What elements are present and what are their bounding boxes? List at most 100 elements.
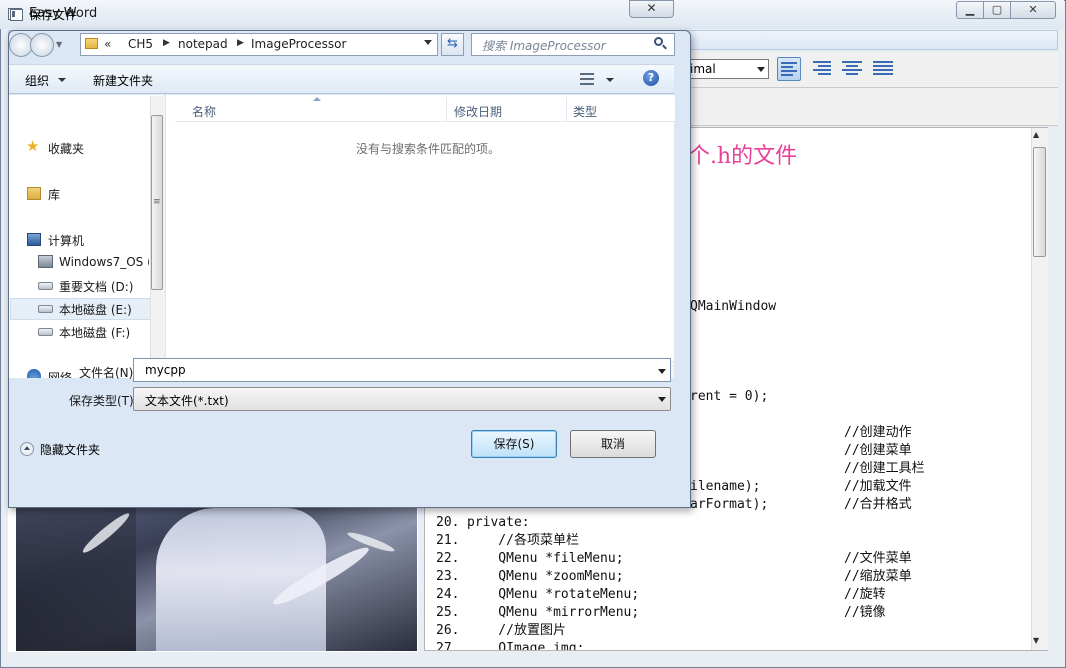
- organize-button[interactable]: 组织: [25, 72, 49, 89]
- computer-icon: [27, 233, 41, 246]
- new-folder-button[interactable]: 新建文件夹: [93, 72, 153, 89]
- chevron-down-icon[interactable]: [606, 78, 614, 82]
- breadcrumb-item[interactable]: ImageProcessor: [251, 37, 346, 51]
- scroll-up-icon[interactable]: ▲: [1033, 130, 1039, 139]
- nav-item-network[interactable]: 网络: [48, 369, 72, 378]
- align-right-button[interactable]: [810, 57, 834, 81]
- code-line: QImage img;: [467, 641, 585, 650]
- dialog-title: 保存文件: [29, 8, 78, 22]
- chevron-right-icon[interactable]: ▶: [163, 38, 170, 48]
- help-icon[interactable]: ?: [643, 70, 659, 86]
- dialog-close-button[interactable]: ✕: [629, 0, 674, 18]
- filename-value[interactable]: mycpp: [145, 363, 186, 377]
- line-number: 21.: [436, 533, 460, 548]
- code-line: //各项菜单栏: [467, 533, 579, 548]
- code-line: QMenu *rotateMenu;: [467, 587, 640, 602]
- nav-item-drive[interactable]: 重要文档 (D:): [59, 278, 133, 295]
- align-left-button[interactable]: [777, 57, 801, 81]
- library-icon: [27, 187, 41, 200]
- code-line: rent = 0);: [690, 389, 769, 404]
- code-comment: //文件菜单: [844, 551, 912, 566]
- file-list[interactable]: [166, 95, 674, 378]
- code-line: QMenu *mirrorMenu;: [467, 605, 640, 620]
- column-header: [175, 97, 675, 122]
- code-comment: //缩放菜单: [844, 569, 912, 584]
- close-button[interactable]: ✕: [1010, 1, 1056, 19]
- nav-item-libraries[interactable]: 库: [48, 186, 60, 203]
- column-divider[interactable]: [446, 97, 447, 121]
- code-line: QMainWindow: [690, 299, 777, 314]
- code-comment: //创建动作: [844, 425, 912, 440]
- search-placeholder: 搜索 ImageProcessor: [482, 39, 606, 53]
- column-type[interactable]: 类型: [573, 103, 597, 120]
- sort-up-icon: [313, 97, 321, 101]
- chevron-down-icon[interactable]: [58, 78, 66, 82]
- status-bar: [8, 652, 1058, 662]
- code-line: arFormat);: [690, 497, 769, 512]
- code-line: QMenu *zoomMenu;: [467, 569, 624, 584]
- code-comment: //镜像: [844, 605, 886, 620]
- breadcrumb-overflow[interactable]: «: [104, 37, 111, 51]
- recent-locations-icon[interactable]: ▼: [56, 40, 62, 49]
- drive-icon: [38, 305, 53, 313]
- chevron-down-icon[interactable]: [752, 59, 769, 79]
- chevron-down-icon[interactable]: [658, 369, 666, 374]
- nav-item-computer[interactable]: 计算机: [48, 232, 84, 249]
- forward-arrow-icon[interactable]: [30, 33, 54, 57]
- column-date[interactable]: 修改日期: [454, 103, 502, 120]
- drive-icon: [38, 255, 53, 268]
- filetype-value: 文本文件(*.txt): [145, 394, 229, 408]
- search-icon[interactable]: [654, 37, 663, 46]
- code-comment: //旋转: [844, 587, 886, 602]
- code-line: ilename);: [690, 479, 761, 494]
- grip-icon: ≡: [153, 197, 161, 207]
- align-justify-button[interactable]: [871, 57, 895, 81]
- main-titlebar[interactable]: [0, 0, 1064, 29]
- save-button[interactable]: 保存(S): [471, 430, 557, 458]
- line-number: 24.: [436, 587, 460, 602]
- column-name[interactable]: 名称: [192, 103, 216, 120]
- nav-item-drive[interactable]: Windows7_OS (: [59, 255, 149, 269]
- chevron-right-icon[interactable]: ▶: [237, 38, 244, 48]
- chevron-down-icon[interactable]: [658, 397, 666, 402]
- collapse-up-icon[interactable]: [20, 442, 34, 456]
- breadcrumb-item[interactable]: CH5: [128, 37, 153, 51]
- anime-image: [16, 508, 417, 651]
- line-number: 20.: [436, 515, 460, 530]
- breadcrumb-item[interactable]: notepad: [178, 37, 228, 51]
- refresh-icon[interactable]: ⇆: [441, 33, 464, 56]
- nav-item-drive[interactable]: 本地磁盘 (F:): [59, 324, 130, 341]
- code-comment: //创建菜单: [844, 443, 912, 458]
- scroll-down-icon[interactable]: ▼: [1033, 636, 1039, 645]
- code-line: private:: [467, 515, 530, 530]
- cancel-button[interactable]: 取消: [570, 430, 656, 458]
- editor-scroll-thumb[interactable]: [1033, 147, 1046, 257]
- network-icon: [27, 369, 41, 378]
- filename-field[interactable]: [133, 358, 671, 382]
- window-icon: [10, 9, 23, 21]
- minimize-button[interactable]: ▁: [956, 1, 984, 19]
- image-hair: [16, 508, 136, 651]
- code-comment: //合并格式: [844, 497, 912, 512]
- chevron-down-icon[interactable]: [424, 40, 432, 45]
- drive-icon: [38, 328, 53, 336]
- align-center-button[interactable]: [840, 57, 864, 81]
- column-divider[interactable]: [566, 97, 567, 121]
- line-number: 22.: [436, 551, 460, 566]
- line-number: 26.: [436, 623, 460, 638]
- code-line: //放置图片: [467, 623, 566, 638]
- nav-item-favorites[interactable]: 收藏夹: [48, 140, 84, 157]
- editor-heading: 个.h的文件: [688, 144, 798, 169]
- empty-message: 没有与搜索条件匹配的项。: [356, 142, 501, 156]
- line-number: 23.: [436, 569, 460, 584]
- star-icon: ★: [26, 137, 40, 155]
- line-number: 25.: [436, 605, 460, 620]
- folder-icon: [85, 38, 98, 49]
- nav-item-drive[interactable]: 本地磁盘 (E:): [59, 301, 132, 318]
- filetype-label: 保存类型(T):: [69, 394, 138, 408]
- drive-icon: [38, 282, 53, 290]
- view-options-icon[interactable]: [580, 73, 594, 85]
- hide-folders-toggle[interactable]: 隐藏文件夹: [40, 441, 100, 458]
- code-comment: //创建工具栏: [844, 461, 925, 476]
- maximize-button[interactable]: ▢: [983, 1, 1011, 19]
